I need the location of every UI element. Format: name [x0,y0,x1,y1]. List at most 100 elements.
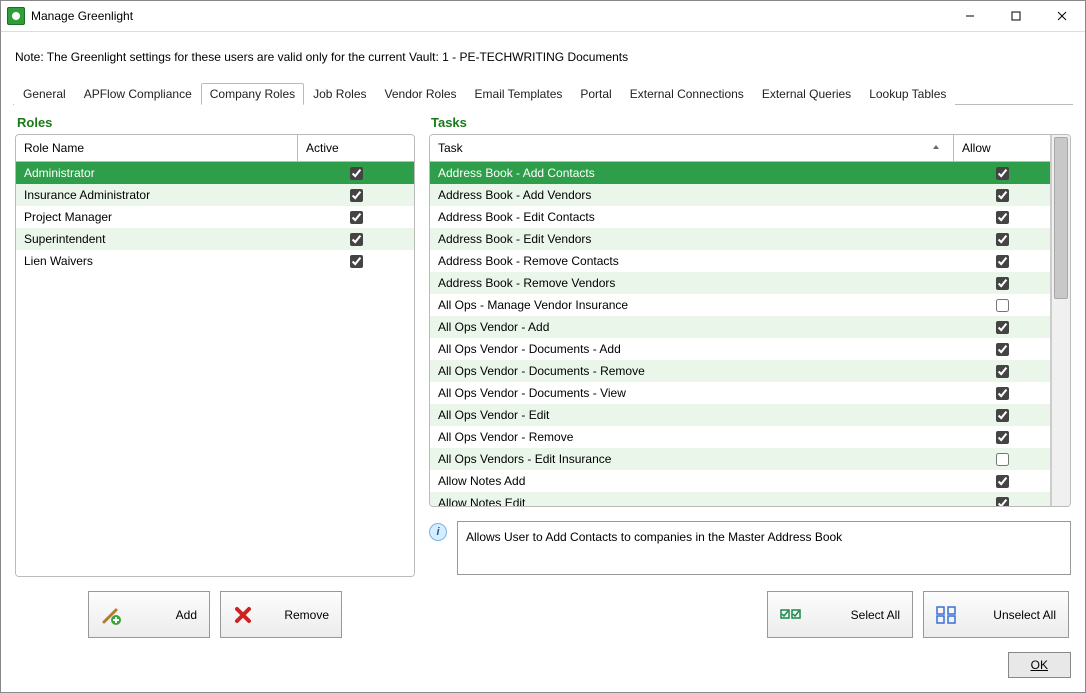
task-row[interactable]: All Ops Vendors - Edit Insurance [430,448,1050,470]
tab-email-templates[interactable]: Email Templates [466,83,572,105]
role-active-checkbox[interactable] [350,167,363,180]
task-row[interactable]: All Ops - Manage Vendor Insurance [430,294,1050,316]
vault-note: Note: The Greenlight settings for these … [15,50,1073,64]
task-name: Address Book - Remove Vendors [430,276,954,290]
role-active-checkbox[interactable] [350,255,363,268]
task-allow-checkbox[interactable] [996,497,1009,507]
remove-role-button[interactable]: Remove [220,591,342,638]
task-row[interactable]: Address Book - Edit Vendors [430,228,1050,250]
task-row[interactable]: Allow Notes Add [430,470,1050,492]
tasks-col-task[interactable]: Task [430,135,954,161]
task-allow-checkbox[interactable] [996,211,1009,224]
window-title: Manage Greenlight [31,9,947,23]
task-row[interactable]: All Ops Vendor - Add [430,316,1050,338]
role-row[interactable]: Lien Waivers [16,250,414,272]
tab-vendor-roles[interactable]: Vendor Roles [376,83,466,105]
roles-grid-body[interactable]: Administrator Insurance Administrator Proj… [16,162,414,576]
task-row[interactable]: All Ops Vendor - Documents - Add [430,338,1050,360]
role-active-checkbox[interactable] [350,233,363,246]
add-role-button[interactable]: Add [88,591,210,638]
task-allow-cell [954,318,1050,337]
task-allow-checkbox[interactable] [996,365,1009,378]
tab-general[interactable]: General [14,83,75,105]
task-row[interactable]: Address Book - Remove Contacts [430,250,1050,272]
select-all-button[interactable]: Select All [767,591,913,638]
sort-asc-icon [931,141,941,155]
role-name: Insurance Administrator [16,188,298,202]
task-allow-cell [954,384,1050,403]
task-name: Allow Notes Add [430,474,954,488]
task-row[interactable]: All Ops Vendor - Documents - View [430,382,1050,404]
tab-external-queries[interactable]: External Queries [753,83,860,105]
unselect-all-icon [936,606,958,624]
task-allow-checkbox[interactable] [996,189,1009,202]
app-window: Manage Greenlight Note: The Greenlight s… [0,0,1086,693]
task-allow-checkbox[interactable] [996,343,1009,356]
window-controls [947,1,1085,31]
role-active-checkbox[interactable] [350,211,363,224]
tab-portal[interactable]: Portal [571,83,620,105]
tab-lookup-tables[interactable]: Lookup Tables [860,83,955,105]
content-area: Note: The Greenlight settings for these … [1,32,1085,644]
task-allow-checkbox[interactable] [996,255,1009,268]
ok-button[interactable]: OK [1008,652,1071,678]
task-allow-cell [954,340,1050,359]
task-name: All Ops Vendor - Documents - Add [430,342,954,356]
task-allow-checkbox[interactable] [996,167,1009,180]
task-allow-checkbox[interactable] [996,277,1009,290]
task-row[interactable]: All Ops Vendor - Edit [430,404,1050,426]
task-name: Address Book - Add Contacts [430,166,954,180]
task-allow-checkbox[interactable] [996,233,1009,246]
add-role-label: Add [176,608,197,622]
role-name: Project Manager [16,210,298,224]
task-name: All Ops Vendor - Documents - View [430,386,954,400]
tab-company-roles[interactable]: Company Roles [201,83,304,105]
task-row[interactable]: Address Book - Edit Contacts [430,206,1050,228]
tab-strip: GeneralAPFlow ComplianceCompany RolesJob… [13,82,1073,105]
task-allow-cell [954,362,1050,381]
task-name: All Ops Vendor - Remove [430,430,954,444]
task-row[interactable]: All Ops Vendor - Documents - Remove [430,360,1050,382]
task-allow-checkbox[interactable] [996,387,1009,400]
task-row[interactable]: Address Book - Add Vendors [430,184,1050,206]
task-allow-checkbox[interactable] [996,431,1009,444]
scrollbar-thumb[interactable] [1054,137,1068,299]
role-active-checkbox[interactable] [350,189,363,202]
task-row[interactable]: Address Book - Add Contacts [430,162,1050,184]
tasks-col-allow[interactable]: Allow [954,135,1050,161]
tab-job-roles[interactable]: Job Roles [304,83,375,105]
task-name: All Ops Vendor - Documents - Remove [430,364,954,378]
task-allow-cell [954,164,1050,183]
maximize-button[interactable] [993,1,1039,31]
tab-apflow-compliance[interactable]: APFlow Compliance [75,83,201,105]
task-allow-checkbox[interactable] [996,453,1009,466]
task-row[interactable]: Address Book - Remove Vendors [430,272,1050,294]
tasks-grid-body[interactable]: Address Book - Add Contacts Address Book … [430,162,1050,506]
task-row[interactable]: All Ops Vendor - Remove [430,426,1050,448]
task-name: Address Book - Edit Vendors [430,232,954,246]
unselect-all-button[interactable]: Unselect All [923,591,1069,638]
roles-col-name[interactable]: Role Name [16,135,298,161]
roles-col-active[interactable]: Active [298,135,414,161]
task-allow-checkbox[interactable] [996,299,1009,312]
task-allow-cell [954,296,1050,315]
role-row[interactable]: Superintendent [16,228,414,250]
tasks-pane: Tasks Task Allow [429,115,1071,644]
task-allow-cell [954,472,1050,491]
role-row[interactable]: Project Manager [16,206,414,228]
roles-pane: Roles Role Name Active AdministratorInsu… [15,115,415,644]
tasks-buttons: Select All Unselect All [429,575,1071,644]
tasks-scrollbar[interactable] [1051,135,1070,506]
task-row[interactable]: Allow Notes Edit [430,492,1050,506]
role-name: Administrator [16,166,298,180]
role-row[interactable]: Administrator [16,162,414,184]
close-button[interactable] [1039,1,1085,31]
role-active-cell [298,164,414,183]
task-allow-checkbox[interactable] [996,321,1009,334]
task-name: All Ops - Manage Vendor Insurance [430,298,954,312]
task-allow-checkbox[interactable] [996,475,1009,488]
task-allow-checkbox[interactable] [996,409,1009,422]
minimize-button[interactable] [947,1,993,31]
tab-external-connections[interactable]: External Connections [621,83,753,105]
role-row[interactable]: Insurance Administrator [16,184,414,206]
